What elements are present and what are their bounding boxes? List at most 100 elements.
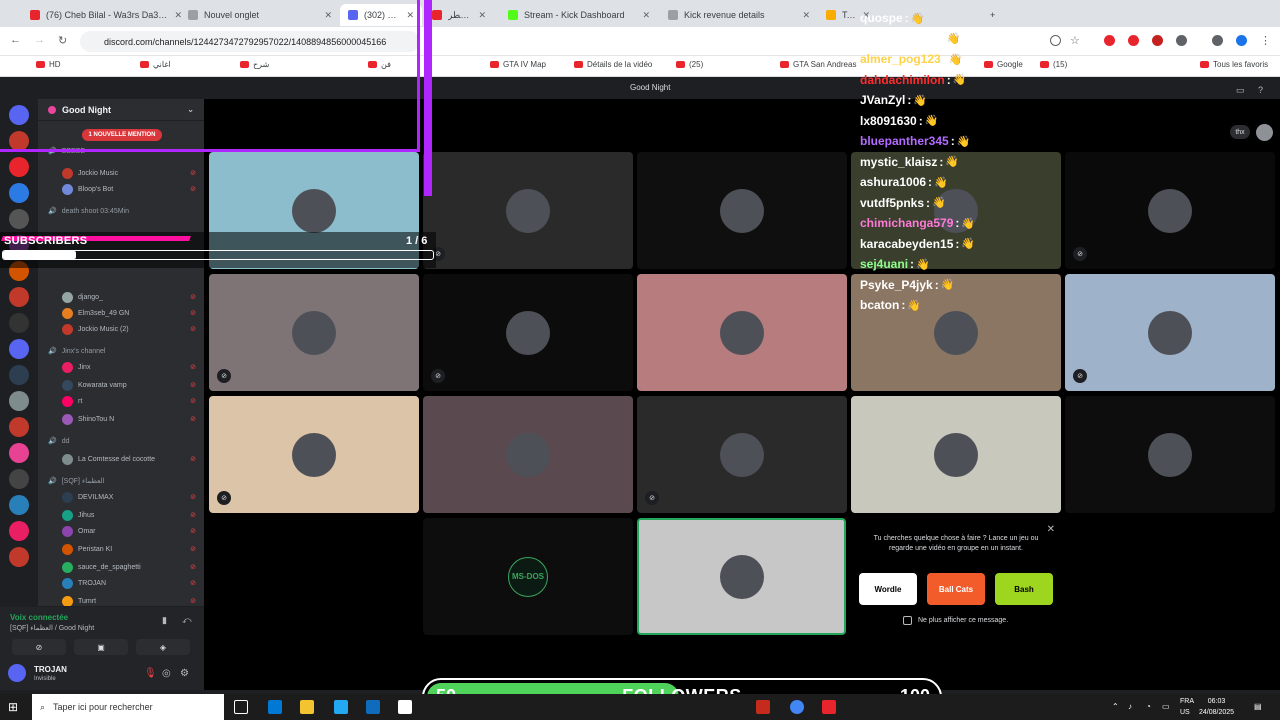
extension-icon[interactable]: [1128, 35, 1139, 46]
bookmark-item[interactable]: (25): [676, 60, 703, 69]
extension-icon[interactable]: [1104, 35, 1115, 46]
server-icon[interactable]: [9, 157, 29, 177]
server-icon[interactable]: [9, 417, 29, 437]
server-icon[interactable]: [9, 521, 29, 541]
voice-member[interactable]: La Comtesse del cocotte ⊘: [38, 451, 204, 467]
server-icon[interactable]: [9, 469, 29, 489]
participant-tile[interactable]: [637, 274, 847, 391]
voice-member[interactable]: DEVILMAX ⊘: [38, 489, 204, 505]
network-icon[interactable]: ◔: [1146, 702, 1151, 711]
server-icon[interactable]: [9, 313, 29, 333]
participant-tile[interactable]: ⊘: [423, 152, 633, 269]
voice-channel[interactable]: 🔊 [SQF] العظماء: [38, 473, 204, 489]
server-icon[interactable]: [9, 339, 29, 359]
app-icon[interactable]: [756, 700, 770, 714]
voice-member[interactable]: Bloop's Bot ⊘: [38, 181, 204, 197]
headphones-icon[interactable]: ◎: [162, 668, 171, 679]
display-icon[interactable]: ▭: [1162, 702, 1170, 711]
participant-tile[interactable]: ⊘: [209, 274, 419, 391]
help-icon[interactable]: ?: [1258, 85, 1263, 95]
inbox-icon[interactable]: ▭: [1236, 85, 1245, 96]
language-indicator[interactable]: FRA US: [1180, 696, 1194, 718]
voice-member[interactable]: Jinx ⊘: [38, 359, 204, 375]
activity-button[interactable]: ◈: [136, 639, 190, 655]
voice-member[interactable]: TROJAN ⊘: [38, 575, 204, 591]
task-view-icon[interactable]: [234, 700, 248, 714]
participant-tile[interactable]: ⊘: [423, 274, 633, 391]
menu-icon[interactable]: ⋮: [1260, 34, 1271, 47]
game-card-bash[interactable]: Bash: [995, 573, 1053, 605]
voice-member[interactable]: rt ⊘: [38, 393, 204, 409]
participant-tile[interactable]: [637, 152, 847, 269]
browser-tab[interactable]: Kick revenue details ✕: [660, 4, 818, 26]
close-tab-icon[interactable]: ✕: [642, 10, 650, 21]
browser-tab[interactable]: Stream - Kick Dashboard ✕: [500, 4, 658, 26]
volume-icon[interactable]: ♪: [1128, 702, 1132, 711]
game-card-ball-cats[interactable]: Ball Cats: [927, 573, 985, 605]
bookmark-item[interactable]: Détails de la vidéo: [574, 60, 652, 69]
participant-tile[interactable]: [851, 396, 1061, 513]
server-icon[interactable]: [9, 495, 29, 515]
browser-tab[interactable]: السطر ✕: [424, 4, 494, 26]
bookmark-star-icon[interactable]: ☆: [1070, 34, 1080, 47]
speaking-participant-tile[interactable]: [637, 518, 846, 635]
voice-member[interactable]: Elm3seb_49 GN ⊘: [38, 305, 204, 321]
outlook-icon[interactable]: [366, 700, 380, 714]
voice-member[interactable]: Kowarata vamp ⊘: [38, 377, 204, 393]
voice-member[interactable]: sauce_de_spaghetti ⊘: [38, 559, 204, 575]
voice-member[interactable]: ShinoTou N ⊘: [38, 411, 204, 427]
voice-channel[interactable]: 🔊 dd: [38, 433, 204, 449]
game-card-wordle[interactable]: Wordle: [859, 573, 917, 605]
extension-icon[interactable]: [1152, 35, 1163, 46]
youtube-icon[interactable]: [822, 700, 836, 714]
bookmark-item[interactable]: Tous les favoris: [1200, 60, 1268, 69]
notifications-icon[interactable]: ▤: [1254, 702, 1262, 711]
participant-tile[interactable]: [1065, 396, 1275, 513]
store-icon[interactable]: [268, 700, 282, 714]
windows-start-icon[interactable]: ⊞: [8, 700, 18, 714]
tray-chevron-icon[interactable]: ⌃: [1112, 702, 1119, 711]
close-icon[interactable]: ✕: [1047, 524, 1055, 535]
bookmark-item[interactable]: GTA IV Map: [490, 60, 546, 69]
notepad-icon[interactable]: [398, 700, 412, 714]
server-icon[interactable]: [9, 209, 29, 229]
screen-share-button[interactable]: ▣: [74, 639, 128, 655]
server-icon[interactable]: [9, 183, 29, 203]
participant-tile[interactable]: ⊘: [1065, 274, 1275, 391]
participant-tile[interactable]: ⊘: [637, 396, 847, 513]
server-icon[interactable]: [9, 443, 29, 463]
media-icon[interactable]: [1212, 35, 1223, 46]
camera-off-button[interactable]: ⊘: [12, 639, 66, 655]
voice-member[interactable]: Jockio Music (2) ⊘: [38, 321, 204, 337]
voice-member[interactable]: Peristan KI ⊘: [38, 541, 204, 557]
voice-member[interactable]: django_ ⊘: [38, 289, 204, 305]
taskbar-search[interactable]: ⌕ Taper ici pour rechercher: [32, 694, 224, 720]
participant-tile[interactable]: ⊘: [209, 396, 419, 513]
avatar[interactable]: [8, 664, 26, 682]
chrome-icon[interactable]: [790, 700, 804, 714]
server-icon[interactable]: [9, 287, 29, 307]
dont-show-checkbox[interactable]: Ne plus afficher ce message.: [903, 616, 1008, 625]
file-explorer-icon[interactable]: [300, 700, 314, 714]
participant-tile[interactable]: [423, 396, 633, 513]
server-icon[interactable]: [9, 365, 29, 385]
server-icon[interactable]: [9, 391, 29, 411]
server-icon[interactable]: [9, 547, 29, 567]
clock[interactable]: 06:03 24/08/2025: [1199, 696, 1234, 718]
extensions-puzzle-icon[interactable]: [1176, 35, 1187, 46]
vscode-icon[interactable]: [334, 700, 348, 714]
voice-member[interactable]: Jockio Music ⊘: [38, 165, 204, 181]
signal-icon[interactable]: ▮: [162, 615, 167, 626]
bookmark-item[interactable]: GTA San Andreas: [780, 60, 856, 69]
profile-avatar[interactable]: [1236, 35, 1247, 46]
voice-channel[interactable]: 🔊 Jinx's channel: [38, 343, 204, 359]
participant-tile[interactable]: MS-DOS: [423, 518, 633, 635]
voice-member[interactable]: Jihus ⊘: [38, 507, 204, 523]
close-tab-icon[interactable]: ✕: [802, 10, 810, 21]
voice-member[interactable]: Omar ⊘: [38, 523, 204, 539]
voice-channel[interactable]: 🔊 death shoot 03:45Min: [38, 203, 204, 219]
participant-tile[interactable]: ⊘: [1065, 152, 1275, 269]
close-tab-icon[interactable]: ✕: [478, 10, 486, 21]
gear-icon[interactable]: ⚙: [180, 668, 189, 679]
mute-mic-icon[interactable]: 🎙: [144, 668, 157, 679]
